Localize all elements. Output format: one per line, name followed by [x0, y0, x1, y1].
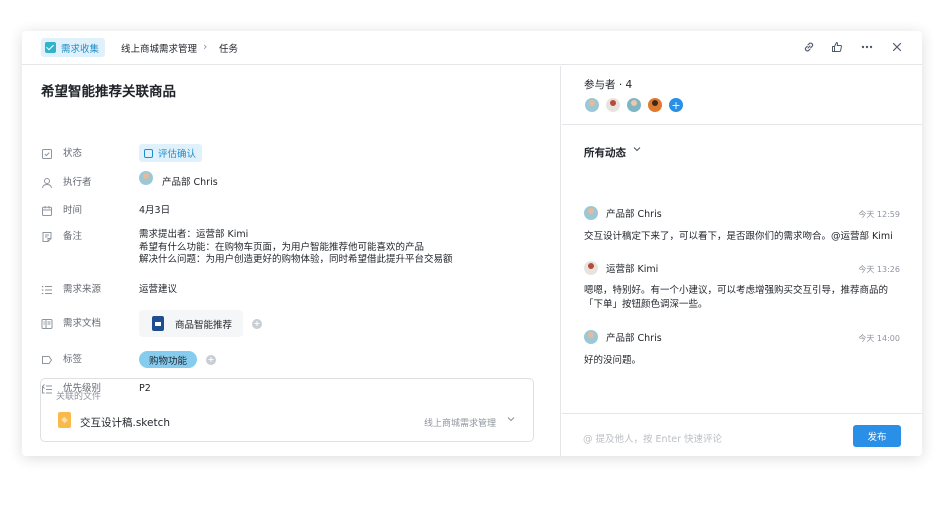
activity-author: 产品部 Chris [584, 330, 662, 344]
note-value[interactable]: 需求提出者：运营部 Kimi 希望有什么功能：在购物车页面，为用户智能推荐他可能… [139, 229, 453, 267]
breadcrumb-page[interactable]: 任务 [219, 41, 238, 55]
field-tags: 标签 购物功能 + [41, 351, 217, 370]
participants-title: 参与者 · 4 [584, 79, 633, 91]
linked-files-header: 关联的文件 [56, 392, 102, 402]
avatar [584, 261, 598, 275]
author-name[interactable]: 产品部 Chris [606, 206, 662, 220]
field-assignee: 执行者 产品部 Chris [41, 171, 218, 193]
participants-avatars: + [585, 98, 683, 112]
chevron-down-icon[interactable] [506, 414, 516, 427]
comment-composer: @ 提及他人，按 Enter 快速评论 发布 [562, 413, 922, 456]
activity-author: 产品部 Chris [584, 206, 662, 220]
avatar[interactable] [585, 98, 599, 112]
status-square-icon [144, 148, 153, 158]
activity-message: 嗯嗯，特别好。有一个小建议，可以考虑增强购买交互引导，推荐商品的「下单」按钮颜色… [584, 285, 889, 310]
close-icon[interactable] [890, 40, 904, 54]
checkbox-icon [45, 42, 56, 53]
user-icon [41, 177, 53, 189]
tag-icon [41, 354, 53, 366]
send-button[interactable]: 发布 [853, 425, 901, 447]
field-label: 备注 [63, 231, 83, 242]
file-name[interactable]: 交互设计稿.sketch [80, 415, 170, 430]
author-name[interactable]: 产品部 Chris [606, 330, 662, 344]
chevron-down-icon[interactable] [632, 144, 642, 157]
note-line: 解决什么问题：为用户创造更好的购物体验，同时希望借此提升平台交易额 [139, 254, 453, 265]
add-participant-button[interactable]: + [669, 98, 683, 112]
more-icon[interactable] [860, 40, 874, 54]
header-bar: 需求收集 线上商城需求管理 › 任务 [22, 31, 922, 65]
author-name[interactable]: 运营部 Kimi [606, 261, 658, 275]
assignee-value[interactable]: 产品部 Chris [162, 175, 218, 190]
note-line: 希望有什么功能：在购物车页面，为用户智能推荐他可能喜欢的产品 [139, 241, 425, 253]
activity-pane: 参与者 · 4 + 所有动态 产品部 Chris 今天 12:59 交互设计稿定… [562, 66, 922, 456]
list-icon [41, 284, 53, 296]
note-line: 需求提出者：运营部 Kimi [139, 229, 249, 240]
avatar[interactable] [648, 98, 662, 112]
task-title[interactable]: 希望智能推荐关联商品 [41, 80, 176, 100]
field-status: 状态 评估确认 [41, 144, 203, 164]
activity-time: 今天 13:26 [858, 265, 900, 274]
avatar [139, 171, 153, 185]
avatar [584, 330, 598, 344]
activity-time: 今天 14:00 [858, 334, 900, 343]
source-value[interactable]: 运营建议 [139, 282, 177, 297]
field-source: 需求来源 运营建议 [41, 282, 177, 300]
activity-message: 好的没问题。 [584, 355, 642, 366]
document-icon [41, 318, 53, 330]
field-label: 需求文档 [63, 318, 102, 329]
field-label: 需求来源 [63, 284, 102, 295]
note-icon [41, 231, 53, 243]
divider [562, 124, 922, 125]
breadcrumb-project[interactable]: 线上商城需求管理 [121, 41, 197, 55]
calendar-icon [41, 205, 53, 217]
activity-title[interactable]: 所有动态 [584, 145, 626, 160]
task-detail-card: 需求收集 线上商城需求管理 › 任务 希望智能推荐关联商品 状态 评估确认 执行… [22, 31, 922, 456]
field-note: 备注 需求提出者：运营部 Kimi 希望有什么功能：在购物车页面，为用户智能推荐… [41, 229, 453, 269]
doc-name: 商品智能推荐 [175, 319, 233, 331]
word-doc-icon [152, 316, 164, 331]
app-tag-label: 需求收集 [61, 43, 100, 55]
doc-chip[interactable]: 商品智能推荐 [139, 310, 244, 337]
chevron-right-icon: › [203, 40, 208, 53]
avatar[interactable] [606, 98, 620, 112]
field-doc: 需求文档 商品智能推荐 + [41, 310, 263, 337]
app-tag[interactable]: 需求收集 [41, 38, 106, 57]
field-label: 时间 [63, 205, 83, 216]
activity-time: 今天 12:59 [858, 210, 900, 219]
check-square-icon [41, 148, 53, 160]
thumbs-up-icon[interactable] [830, 40, 844, 54]
sketch-file-icon [58, 412, 71, 428]
activity-author: 运营部 Kimi [584, 261, 658, 275]
comment-input[interactable]: @ 提及他人，按 Enter 快速评论 [583, 431, 722, 445]
field-label: 执行者 [63, 177, 92, 188]
add-tag-icon[interactable]: + [206, 355, 217, 365]
tag-chip[interactable]: 购物功能 [139, 351, 198, 368]
activity-message: 交互设计稿定下来了，可以看下，是否跟你们的需求吻合。@运营部 Kimi [584, 231, 893, 242]
status-value: 评估确认 [158, 149, 197, 160]
avatar[interactable] [627, 98, 641, 112]
field-time: 时间 4月3日 [41, 203, 170, 221]
field-label: 标签 [63, 354, 83, 365]
time-value[interactable]: 4月3日 [139, 203, 170, 218]
link-icon[interactable] [802, 40, 816, 54]
avatar [584, 206, 598, 220]
add-doc-icon[interactable]: + [252, 319, 263, 329]
task-detail-pane: 希望智能推荐关联商品 状态 评估确认 执行者 产品部 Chris 时间 4月3日… [22, 66, 561, 456]
field-label: 状态 [63, 148, 83, 159]
file-project: 线上商城需求管理 [423, 419, 496, 429]
status-pill[interactable]: 评估确认 [139, 144, 203, 162]
linked-files-panel: 关联的文件 交互设计稿.sketch 线上商城需求管理 [40, 378, 534, 442]
